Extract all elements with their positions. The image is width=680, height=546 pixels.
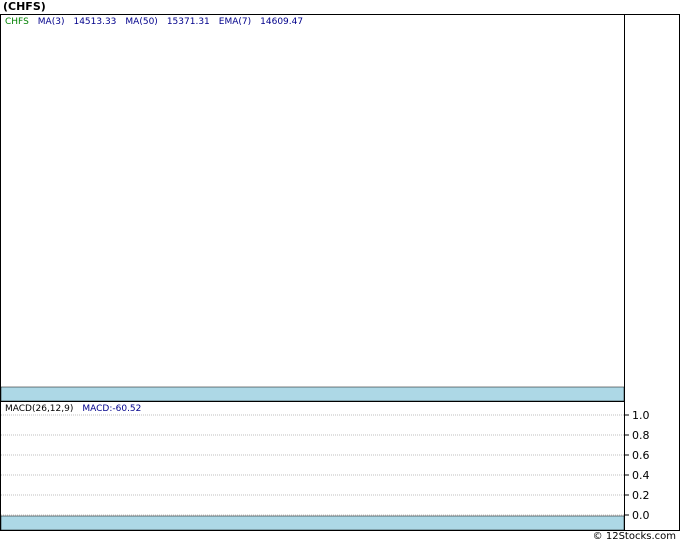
footer-credit: © 12Stocks.com xyxy=(592,531,676,542)
chart-canvas: 1.0 0.8 0.6 0.4 0.2 0.0 CHFS MA(3) 14513.33 MA(5… xyxy=(0,14,680,531)
legend-label: CHFS xyxy=(5,17,29,27)
legend-label: MA(50) xyxy=(125,17,157,27)
macd-panel-band xyxy=(0,515,625,531)
legend-value: 15371.31 xyxy=(167,17,210,27)
tick-label: 0.2 xyxy=(632,489,650,502)
tick-label: 1.0 xyxy=(632,409,650,422)
tick-label: 0.0 xyxy=(632,509,650,522)
macd-legend: MACD(26,12,9) MACD: -60.52 xyxy=(5,404,141,414)
macd-legend-value: -60.52 xyxy=(112,404,141,414)
legend-value: 14513.33 xyxy=(73,17,116,27)
tick-label: 0.4 xyxy=(632,469,650,482)
tick-label: 0.6 xyxy=(632,449,650,462)
tick-label: 0.8 xyxy=(632,429,650,442)
price-panel xyxy=(0,14,625,402)
legend-label: EMA(7) xyxy=(219,17,251,27)
legend-label: MA(3) xyxy=(38,17,65,27)
macd-legend-label: MACD(26,12,9) xyxy=(5,404,73,414)
legend-value: 14609.47 xyxy=(260,17,303,27)
macd-panel xyxy=(0,401,625,531)
macd-legend-label: MACD: xyxy=(82,404,112,414)
price-panel-band xyxy=(0,386,625,402)
